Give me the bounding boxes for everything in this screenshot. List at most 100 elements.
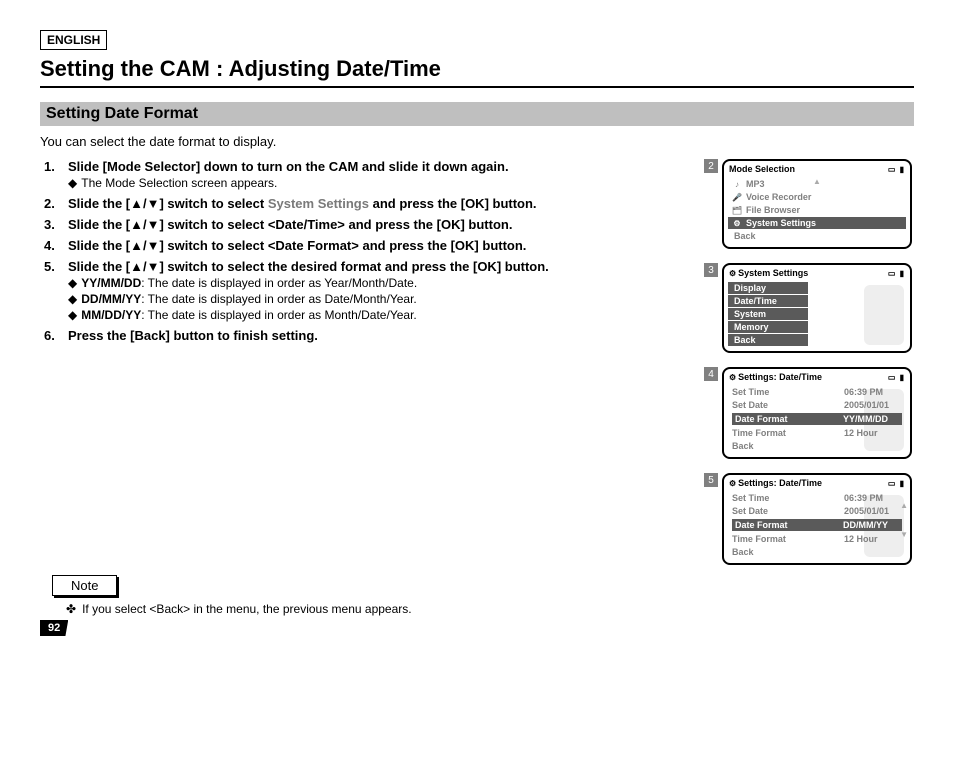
menu-datetime-label: Date/Time bbox=[734, 296, 777, 306]
k-settime-4: Set Time bbox=[732, 387, 840, 397]
step-2-post: and press the [OK] button. bbox=[369, 196, 537, 211]
step-5-sub-2-b: MM/DD/YY bbox=[81, 308, 141, 322]
illus-3: 3 ⚙System Settings ▭ ▮ Display Date/Time… bbox=[704, 263, 914, 353]
v-timeformat-5: 12 Hour bbox=[840, 534, 902, 544]
step-1-sub-0-text: The Mode Selection screen appears. bbox=[81, 176, 277, 190]
menu-back-3: Back bbox=[728, 334, 808, 346]
page-title: Setting the CAM : Adjusting Date/Time bbox=[40, 56, 914, 88]
side-arrows: ▲▼ bbox=[900, 501, 908, 539]
row-back-4: Back bbox=[728, 440, 906, 452]
menu-display-label: Display bbox=[734, 283, 766, 293]
note-box: Note bbox=[52, 575, 117, 596]
status-icons: ▭ ▮ bbox=[888, 479, 905, 488]
gear-icon: ⚙ bbox=[731, 219, 743, 228]
step-3: Slide the [▲/▼] switch to select <Date/T… bbox=[40, 217, 688, 232]
illus-2: 2 Mode Selection ▭ ▮ ▲ ♪MP3 🎤Voice Recor… bbox=[704, 159, 914, 249]
k-setdate-5: Set Date bbox=[732, 506, 840, 516]
v-timeformat-4: 12 Hour bbox=[840, 428, 902, 438]
menu-system-settings: ⚙System Settings bbox=[728, 217, 906, 229]
page-number: 92 bbox=[40, 620, 68, 636]
diamond-icon: ◆ bbox=[68, 308, 77, 322]
screen-4-title: Settings: Date/Time bbox=[738, 372, 822, 382]
menu-mp3-label: MP3 bbox=[746, 179, 765, 189]
step-2-pre: Slide the [▲/▼] switch to select bbox=[68, 196, 268, 211]
step-5-head: Slide the [▲/▼] switch to select the des… bbox=[68, 259, 688, 274]
status-icons: ▭ ▮ bbox=[888, 269, 905, 278]
gear-icon: ⚙ bbox=[729, 479, 736, 488]
v-dateformat-5: DD/MM/YY bbox=[840, 519, 902, 531]
row-back-5: Back bbox=[728, 546, 906, 558]
row-time-format-5: Time Format12 Hour bbox=[728, 533, 906, 545]
menu-datetime: Date/Time bbox=[728, 295, 808, 307]
row-date-format-4: Date FormatYY/MM/DD bbox=[728, 412, 906, 426]
screen-settings-datetime-5: ▲▼ ⚙Settings: Date/Time ▭ ▮ Set Time06:3… bbox=[722, 473, 912, 565]
step-5-sub-1-t: : The date is displayed in order as Date… bbox=[141, 292, 417, 306]
row-set-time-5: Set Time06:39 PM bbox=[728, 492, 906, 504]
v-settime-4: 06:39 PM bbox=[840, 387, 902, 397]
v-setdate-5: 2005/01/01 bbox=[840, 506, 902, 516]
step-1-sub-0: ◆ The Mode Selection screen appears. bbox=[68, 176, 688, 190]
k-dateformat-5: Date Format bbox=[732, 519, 840, 531]
v-back-4 bbox=[840, 441, 902, 451]
intro-text: You can select the date format to displa… bbox=[40, 134, 914, 149]
illus-3-num: 3 bbox=[704, 263, 718, 277]
illus-5: 5 ▲▼ ⚙Settings: Date/Time ▭ ▮ Set Time06… bbox=[704, 473, 914, 565]
k-back-4: Back bbox=[732, 441, 840, 451]
menu-back-label: Back bbox=[734, 231, 756, 241]
screen-3-title: System Settings bbox=[738, 268, 808, 278]
menu-back-3-label: Back bbox=[734, 335, 756, 345]
step-2: Slide the [▲/▼] switch to select System … bbox=[40, 196, 688, 211]
menu-file: 🗂File Browser bbox=[728, 204, 906, 216]
k-timeformat-5: Time Format bbox=[732, 534, 840, 544]
v-back-5 bbox=[840, 547, 902, 557]
v-settime-5: 06:39 PM bbox=[840, 493, 902, 503]
diamond-icon: ◆ bbox=[68, 276, 77, 290]
arrow-up-icon: ▲ bbox=[900, 501, 908, 510]
menu-memory-label: Memory bbox=[734, 322, 769, 332]
menu-file-label: File Browser bbox=[746, 205, 800, 215]
screen-5-title: Settings: Date/Time bbox=[738, 478, 822, 488]
illus-2-num: 2 bbox=[704, 159, 718, 173]
step-5-sub-1: ◆DD/MM/YY: The date is displayed in orde… bbox=[68, 292, 688, 306]
status-icons: ▭ ▮ bbox=[888, 373, 905, 382]
folder-icon: 🗂 bbox=[731, 206, 743, 215]
menu-system-label: System bbox=[734, 309, 766, 319]
step-2-grey: System Settings bbox=[268, 196, 369, 211]
row-set-date-5: Set Date2005/01/01 bbox=[728, 505, 906, 517]
k-back-5: Back bbox=[732, 547, 840, 557]
diamond-icon: ◆ bbox=[68, 176, 77, 190]
gear-icon: ⚙ bbox=[729, 373, 736, 382]
music-icon: ♪ bbox=[731, 180, 743, 189]
step-list: Slide [Mode Selector] down to turn on th… bbox=[40, 159, 688, 349]
screen-settings-datetime-4: ⚙Settings: Date/Time ▭ ▮ Set Time06:39 P… bbox=[722, 367, 912, 459]
k-settime-5: Set Time bbox=[732, 493, 840, 503]
note-text: If you select <Back> in the menu, the pr… bbox=[82, 602, 412, 616]
v-dateformat-4: YY/MM/DD bbox=[840, 413, 902, 425]
row-time-format-4: Time Format12 Hour bbox=[728, 427, 906, 439]
gear-icon: ⚙ bbox=[729, 269, 736, 278]
step-1-head: Slide [Mode Selector] down to turn on th… bbox=[68, 159, 688, 174]
k-timeformat-4: Time Format bbox=[732, 428, 840, 438]
row-set-time-4: Set Time06:39 PM bbox=[728, 386, 906, 398]
step-1: Slide [Mode Selector] down to turn on th… bbox=[40, 159, 688, 190]
screen-2-title: Mode Selection bbox=[729, 164, 795, 174]
illustration-column: 2 Mode Selection ▭ ▮ ▲ ♪MP3 🎤Voice Recor… bbox=[704, 159, 914, 565]
diamond-icon: ✤ bbox=[66, 602, 76, 616]
step-5-sub-0-b: YY/MM/DD bbox=[81, 276, 141, 290]
step-6: Press the [Back] button to finish settin… bbox=[40, 328, 688, 343]
menu-back: Back bbox=[728, 230, 906, 242]
step-6-head: Press the [Back] button to finish settin… bbox=[68, 328, 688, 343]
menu-display: Display bbox=[728, 282, 808, 294]
menu-system: System bbox=[728, 308, 808, 320]
k-setdate-4: Set Date bbox=[732, 400, 840, 410]
step-3-head: Slide the [▲/▼] switch to select <Date/T… bbox=[68, 217, 688, 232]
illus-4-num: 4 bbox=[704, 367, 718, 381]
menu-memory: Memory bbox=[728, 321, 808, 333]
step-5-sub-1-b: DD/MM/YY bbox=[81, 292, 141, 306]
arrow-down-icon: ▼ bbox=[900, 530, 908, 539]
status-icons: ▭ ▮ bbox=[888, 165, 905, 174]
step-5-sub-2-t: : The date is displayed in order as Mont… bbox=[141, 308, 417, 322]
screen-mode-selection: Mode Selection ▭ ▮ ▲ ♪MP3 🎤Voice Recorde… bbox=[722, 159, 912, 249]
step-5-sub-2: ◆ MM/DD/YY: The date is displayed in orde… bbox=[68, 308, 688, 322]
section-subtitle: Setting Date Format bbox=[40, 102, 914, 126]
